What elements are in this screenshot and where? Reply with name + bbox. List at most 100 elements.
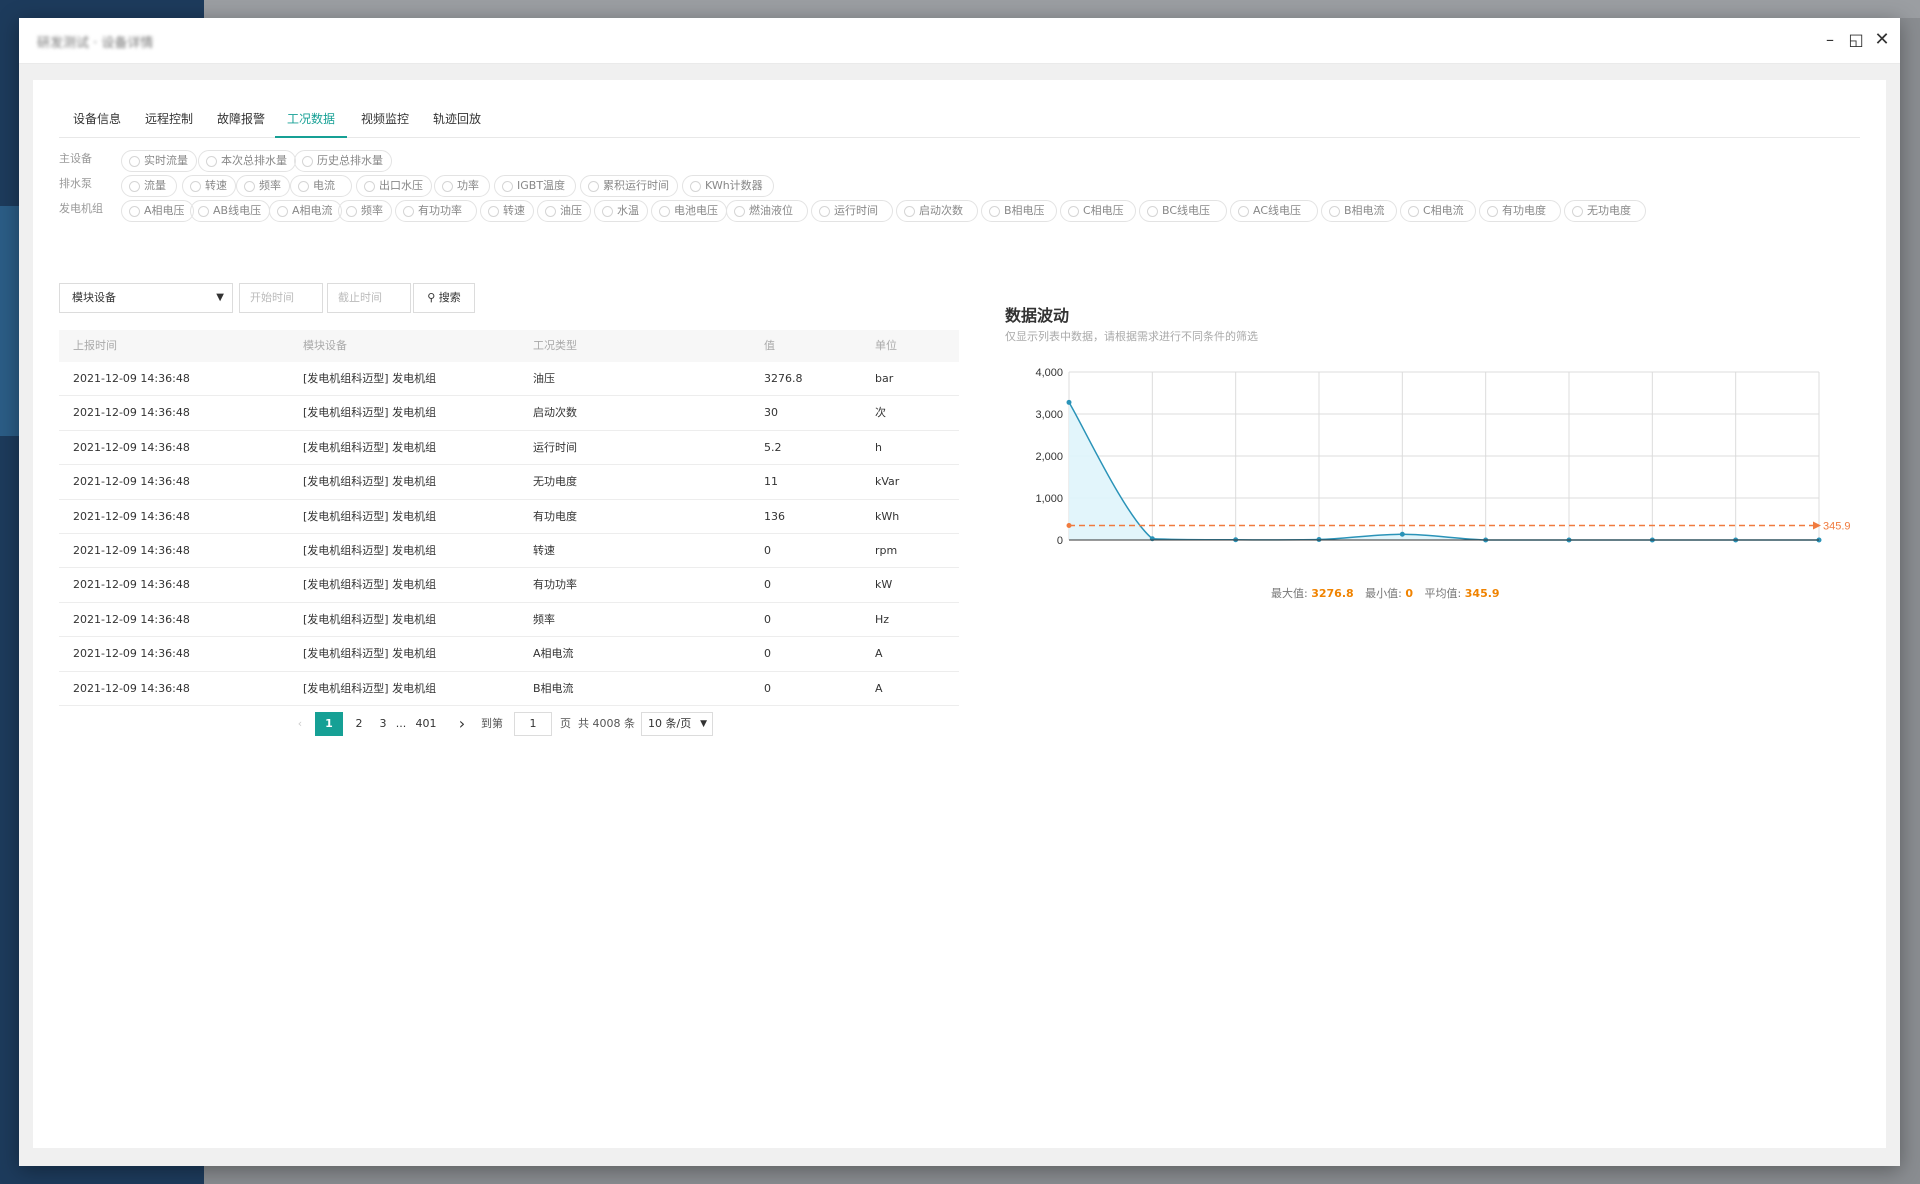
x-tick-label: 36:48 bbox=[1555, 547, 1583, 548]
device-detail-modal: 研发测试 · 设备详情 – ◱ ✕ 设备信息 远程控制 故障报警 工况数据 视频监控 轨迹… bbox=[19, 18, 1900, 1166]
table-cell: 有功电度 bbox=[533, 509, 577, 523]
maximize-icon[interactable]: ◱ bbox=[1846, 30, 1866, 50]
filter-chip[interactable]: B相电压 bbox=[981, 200, 1057, 222]
table-row[interactable]: 2021-12-09 14:36:48 [发电机组科迈型] 发电机组 转速 0 rpm bbox=[59, 534, 959, 569]
page-unit: 页 bbox=[560, 717, 571, 730]
filter-chip[interactable]: 运行时间 bbox=[811, 200, 893, 222]
table-row[interactable]: 2021-12-09 14:36:48 [发电机组科迈型] 发电机组 无功电度 11 k… bbox=[59, 465, 959, 500]
page-button[interactable]: 401 bbox=[413, 712, 439, 736]
close-icon[interactable]: ✕ bbox=[1872, 30, 1892, 50]
page-button[interactable]: 1 bbox=[315, 712, 343, 736]
table-row[interactable]: 2021-12-09 14:36:48 [发电机组科迈型] 发电机组 A相电流 0 A bbox=[59, 637, 959, 672]
tab-0[interactable]: 设备信息 bbox=[73, 110, 121, 138]
y-tick-label: 1,000 bbox=[1035, 493, 1063, 505]
page-button[interactable]: 3 bbox=[375, 712, 391, 736]
table-row[interactable]: 2021-12-09 14:36:48 [发电机组科迈型] 发电机组 运行时间 5.2… bbox=[59, 431, 959, 466]
data-fluctuation-chart: 0 1,000 2,000 3,000 4,000 36:48 36:48 36:48 36:4… bbox=[1035, 367, 1850, 548]
tab-4[interactable]: 视频监控 bbox=[361, 110, 409, 138]
tab-1[interactable]: 远程控制 bbox=[145, 110, 193, 138]
table-cell: 5.2 bbox=[764, 440, 782, 454]
table-cell: 2021-12-09 14:36:48 bbox=[73, 475, 190, 489]
page-button[interactable]: 2 bbox=[351, 712, 367, 736]
filter-chip[interactable]: KWh计数器 bbox=[682, 175, 774, 197]
filter-chip[interactable]: 电流 bbox=[290, 175, 352, 197]
filter-chip[interactable]: 历史总排水量 bbox=[294, 150, 392, 172]
tab-5[interactable]: 轨迹回放 bbox=[433, 110, 481, 138]
filter-chip[interactable]: 功率 bbox=[434, 175, 490, 197]
min-value: 0 bbox=[1405, 587, 1414, 600]
filter-chip[interactable]: 转速 bbox=[182, 175, 236, 197]
x-tick-label: 36:48 bbox=[1305, 547, 1333, 548]
filter-chip[interactable]: 出口水压 bbox=[356, 175, 432, 197]
filter-chip[interactable]: AB线电压 bbox=[190, 200, 271, 222]
table-cell: 11 bbox=[764, 475, 778, 489]
page-size-value: 10 条/页 bbox=[648, 717, 692, 730]
chevron-down-icon: ▼ bbox=[700, 719, 707, 729]
filter-chip[interactable]: 有功功率 bbox=[395, 200, 477, 222]
filter-chip[interactable]: 油压 bbox=[537, 200, 591, 222]
table-cell: [发电机组科迈型] 发电机组 bbox=[303, 681, 437, 695]
table-cell: [发电机组科迈型] 发电机组 bbox=[303, 406, 437, 420]
table-row[interactable]: 2021-12-09 14:36:48 [发电机组科迈型] 发电机组 油压 3276.… bbox=[59, 362, 959, 397]
table-cell: [发电机组科迈型] 发电机组 bbox=[303, 509, 437, 523]
filter-chip[interactable]: AC线电压 bbox=[1230, 200, 1318, 222]
filter-chip[interactable]: A相电流 bbox=[269, 200, 342, 222]
filter-chip[interactable]: 频率 bbox=[338, 200, 392, 222]
filter-chip[interactable]: 频率 bbox=[236, 175, 290, 197]
filter-chip[interactable]: BC线电压 bbox=[1139, 200, 1227, 222]
filter-chip[interactable]: B相电流 bbox=[1321, 200, 1397, 222]
modal-title: 研发测试 · 设备详情 bbox=[37, 36, 154, 51]
table-cell: h bbox=[875, 440, 882, 454]
start-time-input[interactable]: 开始时间 bbox=[239, 283, 323, 313]
table-cell: [发电机组科迈型] 发电机组 bbox=[303, 647, 437, 661]
filter-chip[interactable]: C相电压 bbox=[1060, 200, 1136, 222]
table-row[interactable]: 2021-12-09 14:36:48 [发电机组科迈型] 发电机组 启动次数 30 次 bbox=[59, 396, 959, 431]
filter-chip[interactable]: 本次总排水量 bbox=[198, 150, 296, 172]
table-cell: 30 bbox=[764, 406, 778, 420]
prev-page-icon[interactable]: ‹ bbox=[293, 712, 307, 736]
column-header: 单位 bbox=[875, 339, 897, 352]
page-size-select[interactable]: 10 条/页 ▼ bbox=[641, 712, 713, 736]
table-row[interactable]: 2021-12-09 14:36:48 [发电机组科迈型] 发电机组 B相电流 0 A bbox=[59, 672, 959, 706]
table-row[interactable]: 2021-12-09 14:36:48 [发电机组科迈型] 发电机组 有功电度 136… bbox=[59, 500, 959, 534]
table-row[interactable]: 2021-12-09 14:36:48 [发电机组科迈型] 发电机组 有功功率 0 kW bbox=[59, 568, 959, 603]
filter-chip[interactable]: 燃油液位 bbox=[726, 200, 808, 222]
filter-chip[interactable]: 实时流量 bbox=[121, 150, 197, 172]
filter-chip[interactable]: 累积运行时间 bbox=[580, 175, 678, 197]
filter-chip[interactable]: IGBT温度 bbox=[494, 175, 576, 197]
tab-2[interactable]: 故障报警 bbox=[217, 110, 265, 138]
filter-chip[interactable]: 转速 bbox=[480, 200, 534, 222]
table-cell: 0 bbox=[764, 681, 771, 695]
module-device-select[interactable]: 模块设备 ▼ bbox=[59, 283, 233, 313]
end-time-input[interactable]: 截止时间 bbox=[327, 283, 411, 313]
max-label: 最大值: bbox=[1271, 587, 1308, 600]
filter-chip[interactable]: A相电压 bbox=[121, 200, 194, 222]
table-cell: kVar bbox=[875, 475, 900, 489]
column-header: 模块设备 bbox=[303, 339, 347, 352]
tab-bar: 设备信息 远程控制 故障报警 工况数据 视频监控 轨迹回放 bbox=[59, 102, 1860, 138]
filter-row-pump: 排水泵 流量 转速 频率 电流 出口水压 功率 IGBT温度 累积运行时间 KWh计数器 bbox=[59, 175, 1859, 197]
search-button[interactable]: ⚲ 搜索 bbox=[413, 283, 475, 313]
table-cell: A bbox=[875, 647, 883, 661]
filter-chip[interactable]: 水温 bbox=[594, 200, 648, 222]
goto-page-input[interactable]: 1 bbox=[514, 712, 552, 736]
filter-chip[interactable]: 无功电度 bbox=[1564, 200, 1646, 222]
filter-chip[interactable]: 启动次数 bbox=[896, 200, 978, 222]
x-tick-label: 36:48 bbox=[1389, 547, 1417, 548]
minimize-icon[interactable]: – bbox=[1820, 30, 1840, 50]
table-cell: [发电机组科迈型] 发电机组 bbox=[303, 372, 437, 385]
column-header: 上报时间 bbox=[73, 339, 117, 352]
filter-chip[interactable]: C相电流 bbox=[1400, 200, 1476, 222]
table-cell: 转速 bbox=[533, 543, 555, 557]
filter-chip[interactable]: 有功电度 bbox=[1479, 200, 1561, 222]
filter-chip[interactable]: 流量 bbox=[121, 175, 177, 197]
next-page-icon[interactable]: › bbox=[455, 712, 469, 736]
tab-3[interactable]: 工况数据 bbox=[275, 110, 347, 138]
x-tick-label: 36:48 bbox=[1805, 547, 1833, 548]
table-cell: kWh bbox=[875, 509, 900, 523]
x-tick-label: 36:48 bbox=[1722, 547, 1750, 548]
filter-chip[interactable]: 电池电压 bbox=[651, 200, 727, 222]
page-ellipsis[interactable]: ... bbox=[393, 712, 409, 736]
table-row[interactable]: 2021-12-09 14:36:48 [发电机组科迈型] 发电机组 频率 0 Hz bbox=[59, 603, 959, 638]
table-cell: [发电机组科迈型] 发电机组 bbox=[303, 543, 437, 557]
